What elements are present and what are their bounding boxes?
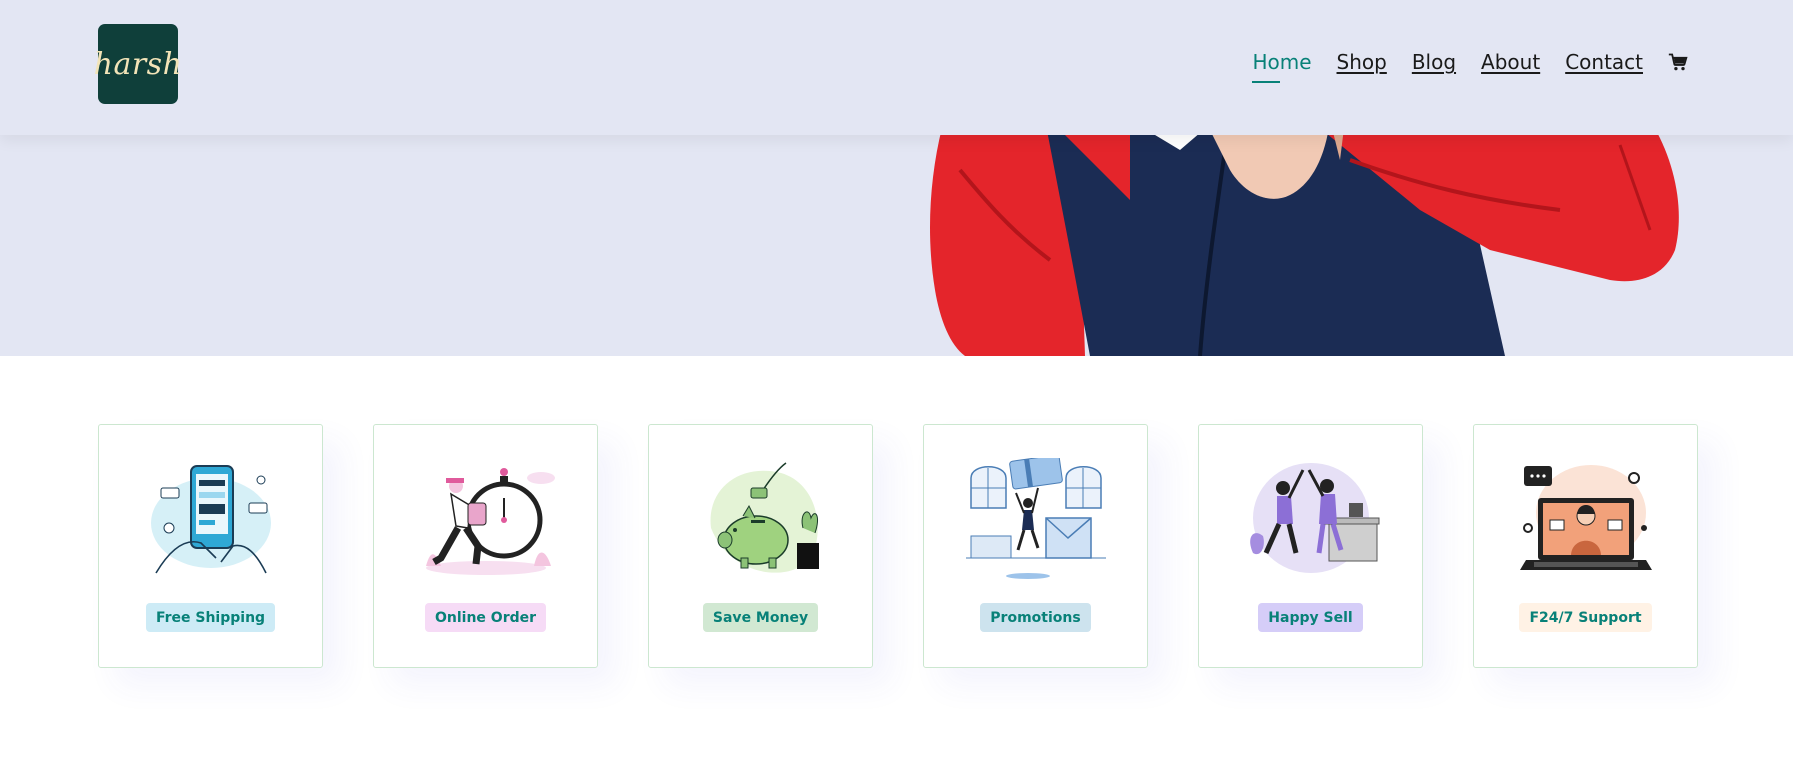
phone-payment-illustration [150,465,271,574]
main-nav: Home Shop Blog About Contact [1252,50,1688,83]
nav-shop[interactable]: Shop [1337,50,1387,74]
feature-card-online-order[interactable]: Online Order [373,424,598,668]
feature-card-save-money[interactable]: Save Money [648,424,873,668]
feature-card-support[interactable]: F24/7 Support [1473,424,1698,668]
brand-logo[interactable]: harsh [94,24,182,104]
nav-home[interactable]: Home [1252,50,1312,83]
gift-card-illustration [965,458,1106,579]
feature-label: Happy Sell [1258,603,1363,632]
nav-contact[interactable]: Contact [1565,50,1643,74]
feature-label: Promotions [980,603,1091,632]
feature-label: Free Shipping [145,603,276,632]
features-section: Free Shipping Online Order Save Money Pr… [98,424,1698,668]
feature-label: F24/7 Support [1519,603,1652,632]
brand-logo-text: harsh [93,46,183,82]
laptop-support-illustration [1519,465,1652,570]
nav-about[interactable]: About [1481,50,1540,74]
feature-label: Online Order [424,603,547,632]
site-header: harsh Home Shop Blog About Contact [0,0,1793,135]
high-five-illustration [1249,463,1379,573]
feature-label: Save Money [702,603,819,632]
cart-icon[interactable] [1668,52,1688,72]
piggy-bank-illustration [710,462,819,573]
feature-card-free-shipping[interactable]: Free Shipping [98,424,323,668]
feature-card-promotions[interactable]: Promotions [923,424,1148,668]
nav-blog[interactable]: Blog [1412,50,1456,74]
feature-card-happy-sell[interactable]: Happy Sell [1198,424,1423,668]
stopwatch-runner-illustration [425,468,555,575]
